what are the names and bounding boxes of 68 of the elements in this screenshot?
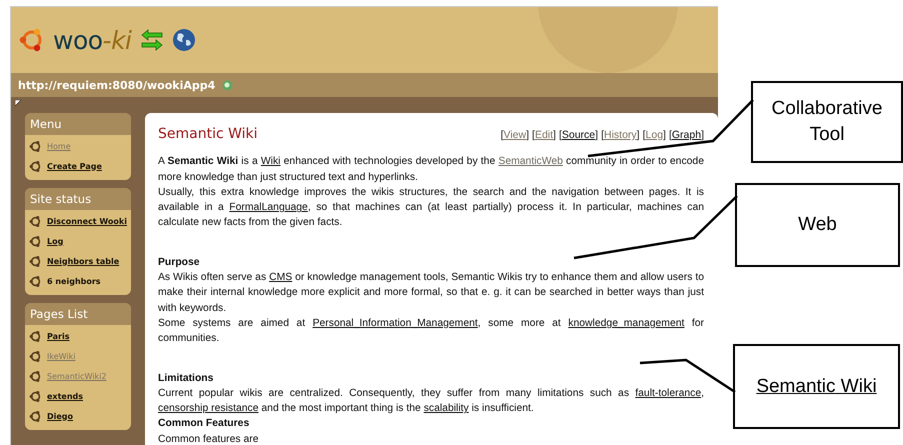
section-heading: Limitations	[158, 372, 214, 386]
ring-icon	[29, 214, 42, 228]
sidebar-link[interactable]: Log	[47, 236, 64, 246]
wiki-link[interactable]: SemanticWeb	[498, 156, 563, 168]
paragraph: Some systems are aimed at Personal_Information_Management, some more at knowledge_management for communities.	[158, 316, 704, 346]
ring-icon	[29, 410, 42, 422]
sidebar-link[interactable]: Disconnect Wooki	[46, 216, 127, 226]
ring-icon	[29, 160, 42, 172]
ring-icon	[29, 140, 42, 152]
callout-box: Collaborative Tool	[751, 81, 903, 163]
wiki-link[interactable]: CMS	[269, 272, 292, 284]
wiki-link[interactable]: censorship resistance	[158, 403, 258, 414]
bracket-text: ]	[663, 129, 666, 141]
sidebar-link[interactable]: Paris	[47, 332, 70, 340]
bracket-text: ]	[595, 129, 598, 141]
callout-box: Web	[735, 183, 900, 267]
wiki-link[interactable]: Personal_Information_Management	[312, 318, 478, 329]
page-action-link[interactable]: Log	[646, 129, 664, 141]
bracket-text: ]	[636, 129, 640, 141]
corner-icon	[15, 100, 21, 106]
bracket-text: ]	[701, 129, 704, 141]
card-title: Site status	[25, 188, 131, 210]
ring-icon	[29, 370, 42, 382]
card-title: Menu	[25, 113, 131, 135]
sidebar-link[interactable]: Diego	[47, 412, 74, 420]
bracket-text: [	[601, 129, 604, 141]
ring-icon	[29, 254, 42, 268]
status-dot-icon	[222, 80, 234, 90]
ring-icon	[29, 330, 42, 342]
ring-icon	[29, 234, 42, 248]
sidebar-link[interactable]: Create Page	[47, 162, 102, 170]
page-action-link[interactable]: History	[604, 129, 637, 141]
ring-icon	[29, 274, 42, 288]
section-heading: Purpose	[158, 256, 201, 270]
section-heading: Common Features	[158, 417, 250, 432]
sidebar-link[interactable]: extends	[47, 392, 84, 400]
page-action-link[interactable]: Source	[562, 129, 596, 141]
wiki-link[interactable]: scalability	[424, 403, 469, 414]
bracket-text: [	[642, 129, 646, 141]
bracket-text: ]	[553, 129, 556, 141]
sidebar-link[interactable]: Neighbors table	[47, 256, 120, 266]
page-title: Semantic Wiki	[158, 127, 258, 142]
paragraph: As Wikis often serve as CMS or knowledge management tools, Semantic Wikis try to enhance them and allow users to make their internal knowledge more explicit and more formal, so that e. g. it can be searched in better ways than just with keywords.	[158, 271, 704, 316]
page-action-link[interactable]: View	[504, 129, 526, 141]
wiki-link[interactable]: knowledge_management	[568, 318, 684, 329]
paragraph: Common features are	[158, 432, 260, 445]
paragraph: A Semantic Wiki is a Wiki enhanced with technologies developed by the SemanticWeb community in order to encode more knowledge than just structured text and hyperlinks.	[158, 155, 704, 185]
wiki-link[interactable]: fault-tolerance	[635, 388, 702, 399]
bracket-text: [	[532, 129, 535, 141]
wiki-link[interactable]: FormalLanguage	[229, 202, 308, 214]
page-action-link[interactable]: Edit	[534, 129, 554, 141]
bracket-text: [	[500, 129, 504, 141]
paragraph: Usually, this extra knowledge improves the wikis structures, the search and the navigation between pages. It is available in a FormalLanguage, so that machines can (at least partially) process it. In particular, machines can calculate new facts from the given facts.	[158, 186, 704, 230]
ring-icon	[29, 350, 42, 362]
callout-box: Semantic Wiki	[733, 344, 900, 429]
card-title: Pages List	[25, 303, 131, 325]
bracket-text: ]	[526, 129, 530, 141]
bracket-text: [	[558, 129, 562, 141]
wiki-link[interactable]: Wiki	[260, 156, 280, 168]
sync-arrows-icon	[140, 29, 164, 51]
sidebar-text: 6 neighbors	[47, 276, 101, 286]
ring-icon	[29, 390, 42, 402]
bracket-text: [	[668, 129, 672, 141]
globe-icon	[172, 28, 196, 52]
paragraph: Current popular wikis are centralized. Consequently, they suffer from many limitations such as fault-tolerance, censorship resistance and the most important thing is the scalability is insufficient.	[158, 386, 704, 416]
logo-text: woo-ki	[53, 26, 132, 54]
url-text: http://requiem:8080/wookiApp4	[18, 78, 216, 92]
page-action-link[interactable]: Graph	[672, 129, 702, 141]
